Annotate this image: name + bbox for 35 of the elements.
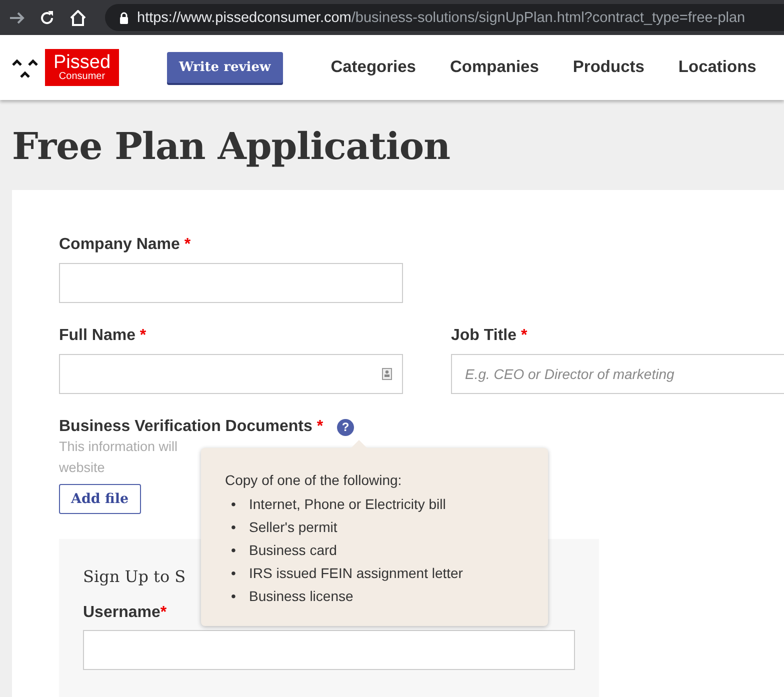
reload-icon[interactable] <box>39 10 55 26</box>
company-name-input[interactable] <box>59 263 403 303</box>
field-label: Job Title * <box>451 327 528 345</box>
list-item: • Seller's permit <box>230 518 338 537</box>
nav-link[interactable]: Categories <box>330 58 416 77</box>
logo[interactable]: Pissed Consumer <box>45 49 119 86</box>
full-name-input[interactable] <box>59 354 403 394</box>
face-icon <box>11 56 39 78</box>
field-label: Username* <box>83 604 167 622</box>
field-label: Business Verification Documents * <box>59 418 324 436</box>
signup-title: Sign Up to S <box>83 567 186 586</box>
back-icon[interactable] <box>9 10 25 24</box>
list-item: • IRS issued FEIN assignment letter <box>230 564 464 583</box>
nav-link[interactable]: Locations <box>678 58 756 77</box>
add-file-button[interactable]: Add file <box>59 484 141 514</box>
list-item: • Business card <box>230 541 338 560</box>
write-review-button[interactable]: Write review <box>167 52 283 83</box>
list-item: • Business license <box>230 587 354 606</box>
nav-link[interactable]: Products <box>572 58 644 77</box>
page-title: Free Plan Application <box>12 124 451 168</box>
lock-icon <box>119 12 129 24</box>
tooltip-text: Copy of one of the following: <box>225 472 403 488</box>
hint-text: website <box>59 459 105 477</box>
address-bar[interactable]: https://www.pissedconsumer.com/business-solutions/signUpPlan.html?contract_type=free-plan <box>105 4 784 31</box>
field-label: Company Name * <box>59 236 192 254</box>
help-icon[interactable]: ? <box>337 418 354 436</box>
home-icon[interactable] <box>69 10 87 26</box>
contact-card-icon <box>382 368 392 380</box>
hint-text: This information will <box>59 438 178 456</box>
list-item: • Internet, Phone or Electricity bill <box>230 495 447 514</box>
field-label: Full Name * <box>59 327 148 345</box>
job-title-input[interactable]: E.g. CEO or Director of marketing <box>451 354 784 394</box>
nav-link[interactable]: Companies <box>450 58 539 77</box>
url-text: https://www.pissedconsumer.com/business-solutions/signUpPlan.html?contract_type=free-plan <box>137 10 746 26</box>
username-input[interactable] <box>83 630 575 670</box>
